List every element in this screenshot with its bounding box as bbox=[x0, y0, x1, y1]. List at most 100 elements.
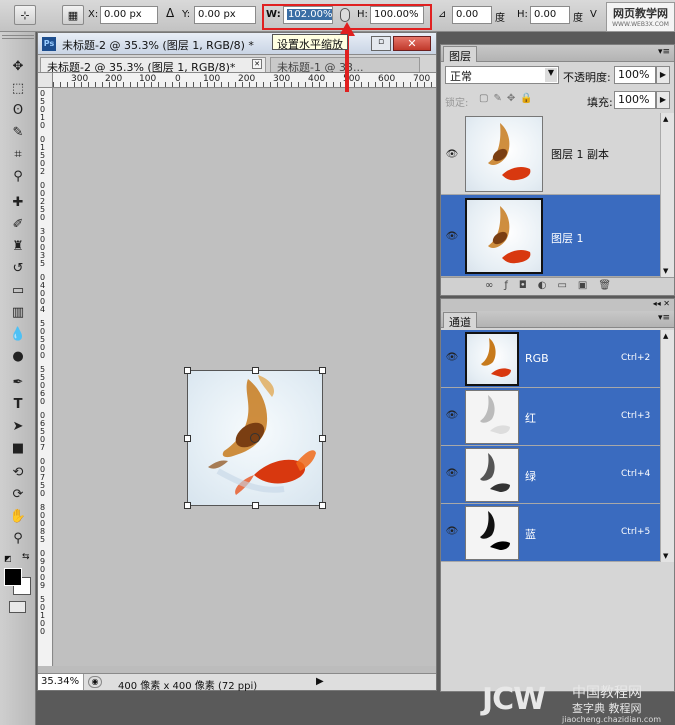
reference-point-icon[interactable]: ▦ bbox=[62, 5, 84, 25]
horizontal-ruler[interactable]: 300 200 100 0 100 200 300 400 500 600 70… bbox=[53, 73, 436, 88]
channel-row-rgb[interactable]: 👁 RGB Ctrl+2 bbox=[441, 330, 660, 388]
zoom-tool-icon[interactable]: ⚲ bbox=[6, 528, 30, 548]
hand-tool-icon[interactable]: ✋ bbox=[6, 506, 30, 526]
transform-handle-bl[interactable] bbox=[184, 502, 191, 509]
opacity-arrow-icon[interactable]: ▶ bbox=[656, 66, 670, 84]
channel-row-blue[interactable]: 👁 蓝 Ctrl+5 bbox=[441, 504, 660, 562]
channel-row-red[interactable]: 👁 红 Ctrl+3 bbox=[441, 388, 660, 446]
gradient-tool-icon[interactable]: ▥ bbox=[6, 302, 30, 322]
tab-channels[interactable]: 通道 bbox=[443, 312, 477, 329]
close-button[interactable]: ✕ bbox=[393, 36, 431, 51]
relative-position-icon[interactable]: Δ bbox=[166, 6, 174, 20]
zoom-level[interactable]: 35.34% bbox=[38, 674, 84, 690]
shape-tool-icon[interactable]: ■ bbox=[6, 438, 30, 458]
healing-brush-icon[interactable]: ✚ bbox=[6, 192, 30, 212]
document-titlebar[interactable]: Ps 未标题-2 @ 35.3% (图层 1, RGB/8) * _ ▫ ✕ bbox=[38, 33, 436, 55]
visibility-eye-icon[interactable]: 👁 bbox=[445, 231, 459, 242]
channel-name[interactable]: RGB bbox=[525, 352, 549, 365]
transform-handle-br[interactable] bbox=[319, 502, 326, 509]
swap-colors-icon[interactable]: ⇆ bbox=[22, 552, 30, 562]
layer-row-base[interactable]: 👁 图层 1 bbox=[441, 195, 660, 277]
move-tool-icon[interactable]: ✥ bbox=[6, 56, 30, 76]
panel-menu-icon[interactable]: ▾≡ bbox=[658, 47, 670, 57]
opacity-field[interactable]: 100% bbox=[614, 66, 656, 84]
dodge-tool-icon[interactable]: ● bbox=[6, 346, 30, 366]
channel-name[interactable]: 绿 bbox=[525, 468, 536, 484]
canvas-area[interactable] bbox=[54, 89, 436, 666]
x-position-field[interactable]: 0.00 px bbox=[100, 6, 158, 24]
rotate-angle-field[interactable]: 0.00 bbox=[452, 6, 492, 24]
quick-mask-icon[interactable] bbox=[9, 601, 26, 613]
3d-orbit-icon[interactable]: ⟳ bbox=[6, 484, 30, 504]
tab-layers[interactable]: 图层 bbox=[443, 46, 477, 63]
channel-row-green[interactable]: 👁 绿 Ctrl+4 bbox=[441, 446, 660, 504]
crop-tool-icon[interactable]: ⌗ bbox=[6, 144, 30, 164]
skew-h-field[interactable]: 0.00 bbox=[530, 6, 570, 24]
watermark-cn: 中国教程网 bbox=[572, 685, 642, 701]
quick-select-tool-icon[interactable]: ✎ bbox=[6, 122, 30, 142]
layers-scrollbar[interactable]: ▲ ▼ bbox=[660, 113, 674, 277]
clone-stamp-icon[interactable]: ♜ bbox=[6, 236, 30, 256]
path-select-icon[interactable]: ➤ bbox=[6, 416, 30, 436]
vertical-ruler[interactable]: 0501001502002503003504004505005506006507… bbox=[38, 88, 53, 666]
transform-center-point-icon[interactable] bbox=[250, 433, 260, 443]
default-colors-icon[interactable]: ◩ bbox=[4, 554, 12, 563]
channels-scrollbar[interactable]: ▲ ▼ bbox=[660, 330, 674, 562]
toolbox-grip[interactable] bbox=[2, 35, 34, 39]
width-scale-field[interactable]: 102.00% bbox=[283, 6, 333, 24]
lasso-tool-icon[interactable]: ʘ bbox=[6, 100, 30, 120]
eyedropper-tool-icon[interactable]: ⚲ bbox=[6, 166, 30, 186]
transform-handle-tr[interactable] bbox=[319, 367, 326, 374]
scroll-up-icon[interactable]: ▲ bbox=[663, 115, 668, 123]
layer-row-copy[interactable]: 👁 图层 1 副本 bbox=[441, 113, 660, 195]
channel-name[interactable]: 红 bbox=[525, 410, 536, 426]
restore-button[interactable]: ▫ bbox=[371, 36, 391, 51]
fill-label: 填充: bbox=[587, 96, 613, 109]
transform-handle-l[interactable] bbox=[184, 435, 191, 442]
layer-name[interactable]: 图层 1 副本 bbox=[551, 146, 609, 162]
scroll-up-icon[interactable]: ▲ bbox=[663, 332, 668, 340]
blend-mode-value: 正常 bbox=[450, 70, 472, 83]
foreground-color-swatch[interactable] bbox=[4, 568, 22, 586]
height-scale-field[interactable]: 100.00% bbox=[370, 6, 424, 24]
transform-handle-tl[interactable] bbox=[184, 367, 191, 374]
goldfish-artwork[interactable] bbox=[184, 367, 326, 509]
brush-tool-icon[interactable]: ✐ bbox=[6, 214, 30, 234]
status-menu-icon[interactable]: ◉ bbox=[88, 676, 102, 688]
panel-menu-icon[interactable]: ▾≡ bbox=[658, 313, 670, 323]
status-arrow-icon[interactable]: ▶ bbox=[316, 676, 324, 687]
visibility-eye-icon[interactable]: 👁 bbox=[445, 149, 459, 160]
visibility-eye-icon[interactable]: 👁 bbox=[445, 526, 459, 537]
panel-collapse-bar[interactable]: ◂◂ ✕ bbox=[441, 299, 674, 311]
lock-icons[interactable]: ▢✎✥🔒 bbox=[479, 93, 538, 104]
layer-name[interactable]: 图层 1 bbox=[551, 230, 584, 246]
marquee-tool-icon[interactable]: ⬚ bbox=[6, 78, 30, 98]
y-position-field[interactable]: 0.00 px bbox=[194, 6, 256, 24]
visibility-eye-icon[interactable]: 👁 bbox=[445, 468, 459, 479]
history-brush-icon[interactable]: ↺ bbox=[6, 258, 30, 278]
blur-tool-icon[interactable]: 💧 bbox=[6, 324, 30, 344]
visibility-eye-icon[interactable]: 👁 bbox=[445, 410, 459, 421]
rotate-unit: 度 bbox=[495, 13, 505, 24]
transform-handle-r[interactable] bbox=[319, 435, 326, 442]
transform-handle-b[interactable] bbox=[252, 502, 259, 509]
channel-thumbnail-image bbox=[480, 453, 510, 492]
scroll-down-icon[interactable]: ▼ bbox=[663, 267, 668, 275]
pen-tool-icon[interactable]: ✒ bbox=[6, 372, 30, 392]
type-tool-icon[interactable]: T bbox=[6, 394, 30, 414]
scroll-down-icon[interactable]: ▼ bbox=[663, 552, 668, 560]
channel-name[interactable]: 蓝 bbox=[525, 526, 536, 542]
transform-tool-icon[interactable]: ⊹ bbox=[14, 5, 36, 25]
eraser-tool-icon[interactable]: ▭ bbox=[6, 280, 30, 300]
tab-close-icon[interactable]: ✕ bbox=[252, 59, 262, 69]
layer-footer-icons[interactable]: ∞ƒ◘◐▭▣🗑 bbox=[485, 280, 622, 291]
fill-arrow-icon[interactable]: ▶ bbox=[656, 91, 670, 109]
transform-handle-t[interactable] bbox=[252, 367, 259, 374]
tab-document-2[interactable]: 未标题-2 @ 35.3% (图层 1, RGB/8)* ✕ bbox=[40, 57, 266, 72]
ruler-tick-label: 4 bbox=[40, 305, 46, 314]
fill-field[interactable]: 100% bbox=[614, 91, 656, 109]
link-icon[interactable] bbox=[340, 8, 350, 22]
visibility-eye-icon[interactable]: 👁 bbox=[445, 352, 459, 363]
blend-mode-select[interactable]: 正常 ▼ bbox=[445, 66, 559, 84]
3d-rotate-icon[interactable]: ⟲ bbox=[6, 462, 30, 482]
